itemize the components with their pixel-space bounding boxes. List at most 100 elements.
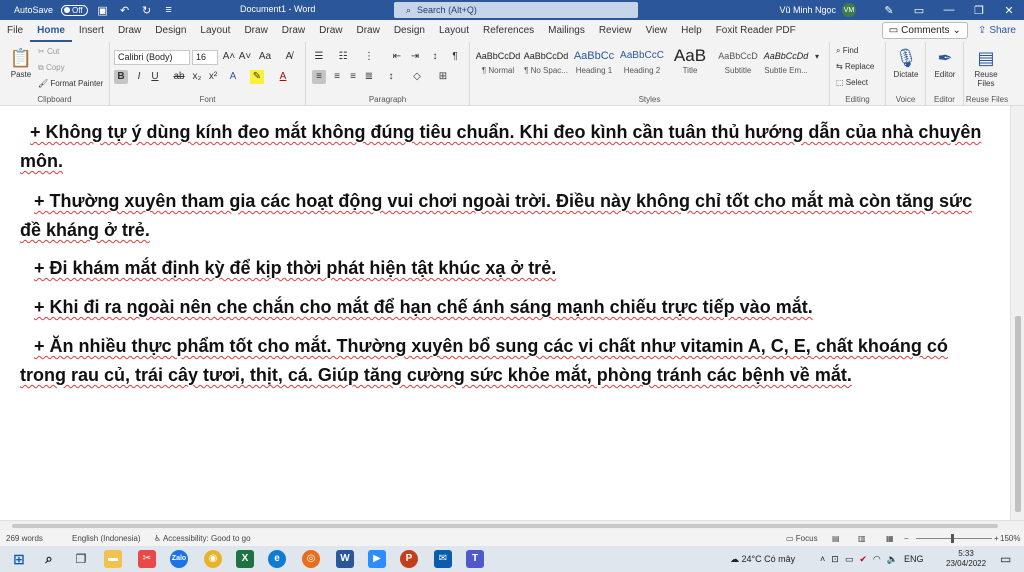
customize-toolbar-icon[interactable]: ≡ (162, 4, 176, 16)
numbering-icon[interactable]: ☷ (336, 50, 350, 64)
chrome-icon[interactable]: ◉ (204, 550, 222, 568)
wifi-icon[interactable]: ◠ (873, 554, 881, 565)
redo-icon[interactable]: ↻ (140, 4, 154, 17)
zoom-slider-thumb[interactable] (951, 534, 954, 543)
tab-design[interactable]: Design (148, 20, 193, 42)
battery-icon[interactable]: ▭ (845, 554, 854, 565)
weather-widget[interactable]: ☁ 24°C Có mây (730, 546, 795, 572)
firefox-icon[interactable]: ◎ (302, 550, 320, 568)
excel-icon[interactable]: X (236, 550, 254, 568)
align-left-icon[interactable]: ≡ (312, 70, 326, 84)
notifications-icon[interactable]: ▭ (1000, 546, 1011, 572)
tab-mailings[interactable]: Mailings (541, 20, 592, 42)
copy-button[interactable]: ⧉ Copy (38, 63, 65, 73)
zoom-slider[interactable] (916, 538, 992, 539)
user-name[interactable]: Vũ Minh Ngọc (779, 5, 836, 15)
font-size-select[interactable]: 16 (192, 50, 218, 65)
share-button[interactable]: ⇪ Share (974, 22, 1020, 39)
text-effects-icon[interactable]: A (226, 70, 240, 84)
grow-font-icon[interactable]: A˄ (222, 50, 236, 64)
underline-icon[interactable]: U (148, 70, 162, 84)
show-formatting-icon[interactable]: ¶ (448, 50, 462, 64)
tab-layout[interactable]: Layout (193, 20, 237, 42)
style-subtle-em[interactable]: AaBbCcDd Subtle Em... (762, 46, 810, 82)
clock[interactable]: 5:33 23/04/2022 (946, 546, 986, 572)
tab-help[interactable]: Help (674, 20, 709, 42)
antivirus-icon[interactable]: ✔ (859, 554, 867, 565)
comments-button[interactable]: ▭ Comments ⌄ (881, 22, 968, 39)
document-paragraph[interactable]: + Khi đi ra ngoài nên che chắn cho mắt đ… (20, 293, 990, 322)
style-title[interactable]: AaB Title (666, 46, 714, 82)
tab-draw[interactable]: Draw (237, 20, 274, 42)
subscript-icon[interactable]: x₂ (190, 70, 204, 84)
zoom-in-icon[interactable]: + (994, 534, 999, 543)
font-color-icon[interactable]: A (276, 70, 290, 84)
vertical-scrollbar[interactable] (1010, 106, 1024, 520)
cut-button[interactable]: ✂ Cut (38, 47, 59, 56)
style-no-spac[interactable]: AaBbCcDd ¶ No Spac... (522, 46, 570, 82)
select-button[interactable]: ⬚ Select (836, 78, 868, 87)
volume-icon[interactable]: 🔈 (887, 554, 898, 565)
replace-button[interactable]: ⇆ Replace (836, 62, 874, 71)
tab-file[interactable]: File (0, 20, 30, 42)
zoom-out-icon[interactable]: − (904, 534, 909, 543)
tray-chevron-icon[interactable]: ˄ (820, 554, 825, 564)
highlight-icon[interactable]: ✎ (250, 70, 264, 84)
justify-icon[interactable]: ≣ (362, 70, 376, 84)
document-paragraph[interactable]: + Không tự ý dùng kính đeo mắt không đún… (20, 118, 990, 176)
align-center-icon[interactable]: ≡ (330, 70, 344, 84)
search-input[interactable]: ⌕ Search (Alt+Q) (394, 2, 638, 18)
close-icon[interactable]: ✕ (994, 4, 1024, 17)
pen-icon[interactable]: ✎ (874, 4, 904, 17)
tab-design[interactable]: Design (387, 20, 432, 42)
zalo-icon[interactable]: Zalo (170, 550, 188, 568)
style-heading-2[interactable]: AaBbCcC Heading 2 (618, 46, 666, 82)
restore-icon[interactable]: ❐ (964, 4, 994, 17)
snipping-tool-icon[interactable]: ✂ (138, 550, 156, 568)
tab-draw[interactable]: Draw (349, 20, 386, 42)
align-right-icon[interactable]: ≡ (346, 70, 360, 84)
minimize-icon[interactable]: — (934, 4, 964, 16)
ribbon-display-icon[interactable]: ▭ (904, 4, 934, 17)
style-subtitle[interactable]: AaBbCcD Subtitle (714, 46, 762, 82)
document-paragraph[interactable]: + Thường xuyên tham gia các hoạt động vu… (20, 187, 990, 245)
increase-indent-icon[interactable]: ⇥ (408, 50, 422, 64)
tab-references[interactable]: References (476, 20, 541, 42)
language-indicator[interactable]: English (Indonesia) (72, 534, 140, 543)
bullets-icon[interactable]: ☰ (312, 50, 326, 64)
superscript-icon[interactable]: x² (206, 70, 220, 84)
italic-icon[interactable]: I (132, 70, 146, 84)
autosave-toggle[interactable]: Off (61, 4, 88, 16)
network-icon[interactable]: ⊡ (831, 554, 839, 565)
change-case-icon[interactable]: Aa (258, 50, 272, 64)
web-layout-icon[interactable]: ▦ (886, 534, 894, 543)
document-paragraph[interactable]: + Ăn nhiều thực phẩm tốt cho mắt. Thường… (20, 332, 990, 390)
styles-more-icon[interactable]: ▾ (810, 50, 824, 64)
paste-button[interactable]: 📋 Paste (4, 46, 38, 79)
sort-icon[interactable]: ↕ (428, 50, 442, 64)
avatar[interactable]: VM (842, 3, 856, 17)
search-taskbar-icon[interactable]: ⌕ (40, 550, 58, 568)
windows-start-icon[interactable]: ⊞ (10, 550, 28, 568)
powerpoint-icon[interactable]: P (400, 550, 418, 568)
read-mode-icon[interactable]: ▤ (832, 534, 840, 543)
clear-formatting-icon[interactable]: A̸ (282, 50, 296, 64)
style-normal[interactable]: AaBbCcDd ¶ Normal (474, 46, 522, 82)
document-area[interactable]: + Không tự ý dùng kính đeo mắt không đún… (0, 106, 1010, 520)
multilevel-list-icon[interactable]: ⋮ (362, 50, 376, 64)
language-indicator-taskbar[interactable]: ENG (904, 554, 924, 564)
print-layout-icon[interactable]: ▥ (858, 534, 866, 543)
undo-icon[interactable]: ↶ (118, 4, 132, 17)
tab-draw[interactable]: Draw (275, 20, 312, 42)
accessibility-status[interactable]: ♿ Accessibility: Good to go (154, 534, 251, 543)
word-count[interactable]: 269 words (6, 534, 43, 543)
vertical-scroll-thumb[interactable] (1015, 316, 1021, 512)
tab-home[interactable]: Home (30, 20, 72, 42)
decrease-indent-icon[interactable]: ⇤ (390, 50, 404, 64)
zoom-level[interactable]: 150% (1000, 534, 1020, 543)
tab-review[interactable]: Review (592, 20, 639, 42)
reuse-files-button[interactable]: ▤ Reuse Files (969, 46, 1003, 88)
line-spacing-icon[interactable]: ↕ (384, 70, 398, 84)
tab-draw[interactable]: Draw (312, 20, 349, 42)
word-icon[interactable]: W (336, 550, 354, 568)
